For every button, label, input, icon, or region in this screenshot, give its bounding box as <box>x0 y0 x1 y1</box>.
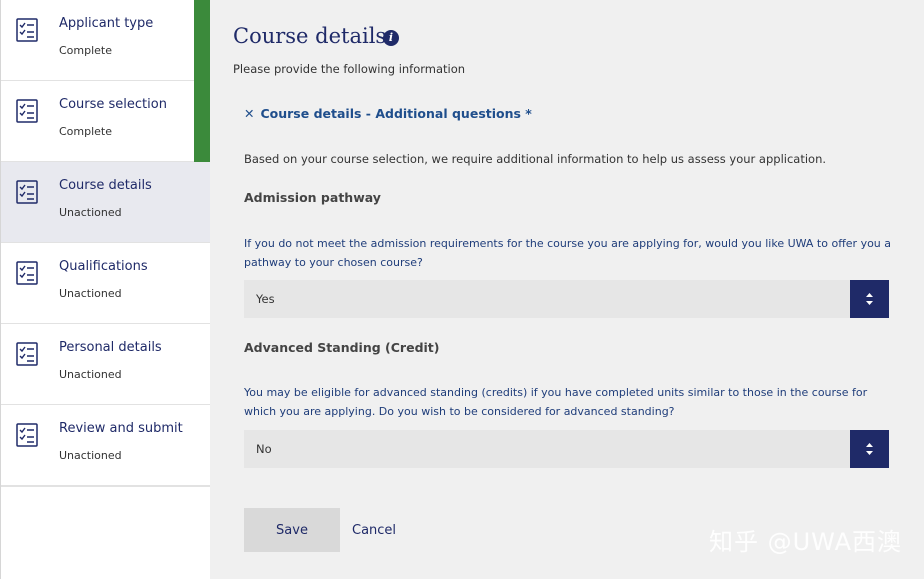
sidebar-item-status: Complete <box>59 125 113 138</box>
sidebar-item-label: Course details <box>59 178 152 193</box>
sidebar-item-course-details[interactable]: Course details Unactioned <box>1 162 210 243</box>
checklist-icon <box>16 342 38 366</box>
sidebar-item-label: Review and submit <box>59 421 183 436</box>
sidebar-item-review-and-submit[interactable]: Review and submit Unactioned <box>1 405 210 486</box>
section-toggle[interactable]: ✕ Course details - Additional questions * <box>244 106 532 121</box>
info-icon[interactable]: i <box>383 30 399 46</box>
sidebar-item-status: Unactioned <box>59 368 122 381</box>
sidebar-item-applicant-type[interactable]: Applicant type Complete <box>1 0 210 81</box>
section-title: Course details - Additional questions * <box>260 106 532 121</box>
sidebar-empty-area <box>1 486 210 579</box>
page-subtitle: Please provide the following information <box>233 62 466 76</box>
save-button[interactable]: Save <box>244 508 340 552</box>
section-intro: Based on your course selection, we requi… <box>244 152 827 166</box>
checklist-icon <box>16 261 38 285</box>
checklist-icon <box>16 180 38 204</box>
sort-arrows-icon[interactable] <box>850 430 889 468</box>
question-title: Advanced Standing (Credit) <box>244 340 440 355</box>
checklist-icon <box>16 423 38 447</box>
select-value: No <box>256 442 272 456</box>
sidebar-item-label: Personal details <box>59 340 162 355</box>
sidebar-item-label: Qualifications <box>59 259 148 274</box>
question-text: If you do not meet the admission require… <box>244 237 892 269</box>
sidebar-item-status: Unactioned <box>59 206 122 219</box>
cancel-link[interactable]: Cancel <box>352 523 396 538</box>
checklist-icon <box>16 18 38 42</box>
sidebar-item-status: Complete <box>59 44 113 57</box>
select-value: Yes <box>256 292 275 306</box>
complete-indicator <box>194 0 210 81</box>
advanced-standing-select[interactable]: No <box>244 430 889 468</box>
question-text: You may be eligible for advanced standin… <box>244 386 868 418</box>
sort-arrows-icon[interactable] <box>850 280 889 318</box>
sidebar-item-course-selection[interactable]: Course selection Complete <box>1 81 210 162</box>
complete-indicator <box>194 81 210 162</box>
sidebar: Applicant type Complete Course selection… <box>0 0 210 579</box>
page-title: Course details <box>233 24 387 48</box>
main-content: Course details i Please provide the foll… <box>209 0 924 579</box>
question-title: Admission pathway <box>244 190 381 205</box>
sidebar-item-label: Course selection <box>59 97 167 112</box>
sidebar-item-qualifications[interactable]: Qualifications Unactioned <box>1 243 210 324</box>
checklist-icon <box>16 99 38 123</box>
close-icon: ✕ <box>244 106 255 121</box>
sidebar-item-status: Unactioned <box>59 449 122 462</box>
watermark: 知乎 @UWA西澳 <box>708 528 902 556</box>
sidebar-item-personal-details[interactable]: Personal details Unactioned <box>1 324 210 405</box>
sidebar-item-status: Unactioned <box>59 287 122 300</box>
admission-pathway-select[interactable]: Yes <box>244 280 889 318</box>
sidebar-item-label: Applicant type <box>59 16 154 31</box>
